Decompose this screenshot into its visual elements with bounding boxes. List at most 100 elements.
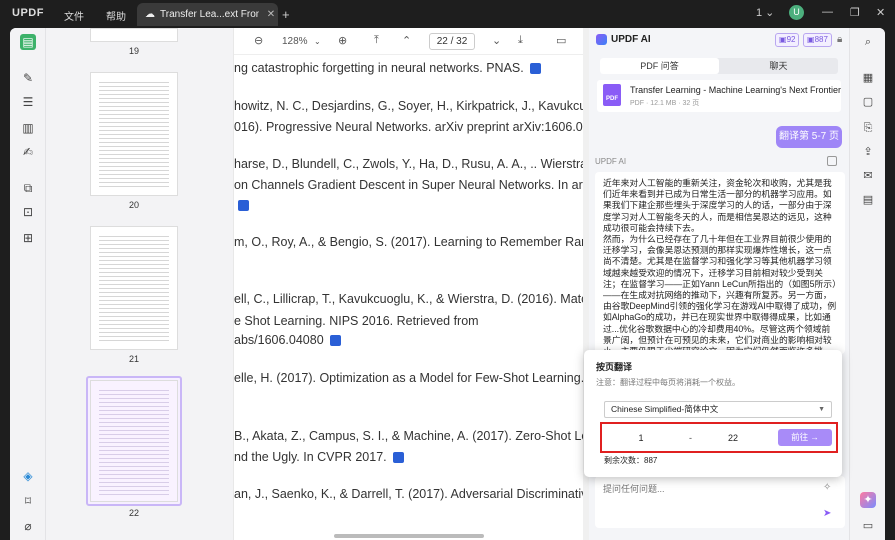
thumbnail-label: 20 bbox=[128, 200, 139, 210]
go-button[interactable]: 前往 → bbox=[778, 429, 832, 446]
menu-file[interactable]: 文件 bbox=[64, 8, 84, 23]
updf-ai-icon bbox=[596, 34, 607, 45]
email-icon[interactable]: ✉ bbox=[860, 168, 876, 184]
zoom-out-icon[interactable]: ⊖ bbox=[254, 34, 263, 47]
bookmark-icon[interactable]: ⌑ bbox=[20, 493, 36, 509]
organize-icon[interactable]: ⧉ bbox=[20, 180, 36, 196]
tools-icon[interactable]: ⊞ bbox=[20, 230, 36, 246]
thumbnail-label: 21 bbox=[128, 354, 139, 364]
prev-page-icon[interactable]: ⌃ bbox=[402, 34, 411, 47]
thumbnail-page-22[interactable] bbox=[90, 380, 178, 502]
file-meta: PDF · 12.1 MB · 32 页 bbox=[630, 100, 700, 107]
credit-badge[interactable]: ▣92 bbox=[775, 33, 800, 47]
ocr-icon[interactable]: ▦ bbox=[860, 70, 876, 86]
language-select[interactable]: Chinese Simplified-简体中文 ▼ bbox=[604, 401, 832, 418]
return-icon bbox=[329, 335, 341, 347]
copy-icon[interactable] bbox=[827, 156, 837, 166]
close-tab-icon[interactable]: ✕ bbox=[264, 9, 278, 20]
return-icon bbox=[238, 200, 249, 212]
tab-pdf-qa[interactable]: PDF 问答 bbox=[600, 58, 719, 74]
chat-icon[interactable]: ▭ bbox=[860, 518, 876, 534]
cloud-icon: ☁ bbox=[145, 9, 155, 20]
pdf-file-icon: PDF bbox=[603, 84, 621, 106]
attachment-icon[interactable]: ⌀ bbox=[20, 518, 36, 534]
page-range-highlight: 1 - 22 前往 → bbox=[600, 422, 838, 453]
tab-chat[interactable]: 聊天 bbox=[719, 58, 838, 74]
doc-line: B., Akata, Z., Campus, S. I., & Machine,… bbox=[234, 429, 584, 443]
window-index[interactable]: 1 ⌄ bbox=[756, 6, 774, 19]
zoom-dropdown-icon[interactable]: ⌄ bbox=[314, 37, 321, 46]
doc-line: ng catastrophic forgetting in neural net… bbox=[234, 61, 584, 75]
app-logo: UPDF bbox=[12, 7, 44, 19]
crop-icon[interactable]: ⊡ bbox=[20, 204, 36, 220]
thumbnail-panel: 19 20 21 22 bbox=[46, 28, 233, 540]
horizontal-scrollbar[interactable] bbox=[334, 534, 484, 538]
presentation-icon[interactable]: ▭ bbox=[556, 34, 566, 47]
convert-icon[interactable]: ▢ bbox=[860, 94, 876, 110]
send-icon[interactable]: ➤ bbox=[823, 508, 831, 519]
zoom-in-icon[interactable]: ⊕ bbox=[338, 34, 347, 47]
zoom-level[interactable]: 128% bbox=[282, 36, 308, 47]
ai-title: UPDF AI bbox=[611, 34, 651, 45]
doc-line: harse, D., Blundell, C., Zwols, Y., Ha, … bbox=[234, 157, 584, 171]
doc-line: 016). Progressive Neural Networks. arXiv… bbox=[234, 120, 584, 134]
first-page-icon[interactable]: ⤒ bbox=[374, 34, 379, 47]
new-tab-icon[interactable]: + bbox=[282, 7, 290, 22]
doc-line: abs/1606.04080 bbox=[234, 333, 584, 347]
menu-help[interactable]: 帮助 bbox=[106, 8, 126, 23]
edit-icon[interactable]: ☰ bbox=[20, 94, 36, 110]
file-card: PDF Transfer Learning - Machine Learning… bbox=[597, 80, 841, 112]
right-toolbar: ⌕ ▦ ▢ ⎘ ⇪ ✉ ▤ ✦ ▭ bbox=[849, 28, 885, 540]
comment-icon[interactable]: ✎ bbox=[20, 70, 36, 86]
reader-icon[interactable]: ▤ bbox=[20, 34, 36, 50]
doc-line: on Channels Gradient Descent in Super Ne… bbox=[234, 178, 584, 192]
thumbnail-page-19[interactable] bbox=[90, 28, 178, 42]
doc-line: nd the Ugly. In CVPR 2017. bbox=[234, 450, 584, 464]
credit-badge[interactable]: ▣887 bbox=[803, 33, 832, 47]
document-toolbar: ⊖ 128% ⌄ ⊕ ⤒ ⌃ 22 / 32 ⌄ ⤓ ▭ bbox=[234, 28, 584, 55]
doc-line: an, J., Saenko, K., & Darrell, T. (2017)… bbox=[234, 487, 584, 501]
document-tab[interactable]: ☁ Transfer Lea...ext Frontier ✕ bbox=[137, 3, 278, 26]
ai-assistant-icon[interactable]: ✦ bbox=[860, 492, 876, 508]
doc-line-return bbox=[234, 198, 584, 212]
page-to-input[interactable]: 22 bbox=[698, 430, 768, 446]
next-page-icon[interactable]: ⌄ bbox=[492, 34, 501, 47]
sign-icon[interactable]: ✍ bbox=[20, 144, 36, 160]
popup-note: 注意：翻译过程中每页将消耗一个权益。 bbox=[596, 378, 740, 387]
page-from-input[interactable]: 1 bbox=[606, 430, 676, 446]
chevron-down-icon: ▼ bbox=[818, 406, 825, 413]
user-message: 翻译第 5-7 页 bbox=[776, 126, 842, 148]
restore-icon[interactable]: ❐ bbox=[850, 6, 860, 19]
minimize-icon[interactable]: — bbox=[822, 6, 833, 18]
return-icon bbox=[392, 452, 404, 464]
close-window-icon[interactable]: ✕ bbox=[876, 6, 885, 19]
avatar[interactable]: U bbox=[789, 5, 804, 20]
last-page-icon[interactable]: ⤓ bbox=[518, 34, 523, 47]
layers-icon[interactable]: ◈ bbox=[20, 468, 36, 484]
thumbnail-page-20[interactable] bbox=[90, 72, 178, 196]
save-icon[interactable]: ▤ bbox=[860, 192, 876, 208]
lock-icon[interactable]: 🔒︎ bbox=[837, 34, 842, 45]
translate-pages-popup: 按页翻译 注意：翻译过程中每页将消耗一个权益。 Chinese Simplifi… bbox=[584, 350, 842, 477]
search-icon[interactable]: ⌕ bbox=[860, 34, 876, 50]
thumbnail-label: 19 bbox=[128, 46, 139, 56]
share-icon[interactable]: ⇪ bbox=[860, 144, 876, 160]
title-bar: UPDF 文件 帮助 ☁ Transfer Lea...ext Frontier… bbox=[0, 0, 895, 28]
page-number-box[interactable]: 22 / 32 bbox=[429, 33, 475, 50]
doc-line: e Shot Learning. NIPS 2016. Retrieved fr… bbox=[234, 314, 479, 328]
ask-input[interactable] bbox=[603, 484, 803, 494]
thumbnail-page-21[interactable] bbox=[90, 226, 178, 350]
ai-answer: 近年来对人工智能的重新关注，资金轮次和收购，尤其是我们近年来看到并已成为日常生活… bbox=[595, 172, 845, 354]
document-view[interactable]: ⊖ 128% ⌄ ⊕ ⤒ ⌃ 22 / 32 ⌄ ⤓ ▭ ng catastro… bbox=[233, 28, 584, 540]
protect-icon[interactable]: ⎘ bbox=[860, 120, 876, 136]
thumbnail-label: 22 bbox=[128, 508, 139, 518]
popup-title: 按页翻译 bbox=[596, 362, 633, 372]
doc-line: howitz, N. C., Desjardins, G., Soyer, H.… bbox=[234, 99, 584, 113]
ai-tabs: PDF 问答 聊天 bbox=[600, 58, 838, 74]
form-icon[interactable]: ▥ bbox=[20, 120, 36, 136]
ai-header: UPDF AI ▣92 ▣887 🔒︎ bbox=[589, 28, 849, 52]
lightbulb-icon[interactable]: ✧ bbox=[823, 482, 831, 493]
document-tab-title: Transfer Lea...ext Frontier bbox=[160, 9, 259, 20]
doc-line: elle, H. (2017). Optimization as a Model… bbox=[234, 371, 584, 385]
return-icon bbox=[529, 63, 541, 75]
